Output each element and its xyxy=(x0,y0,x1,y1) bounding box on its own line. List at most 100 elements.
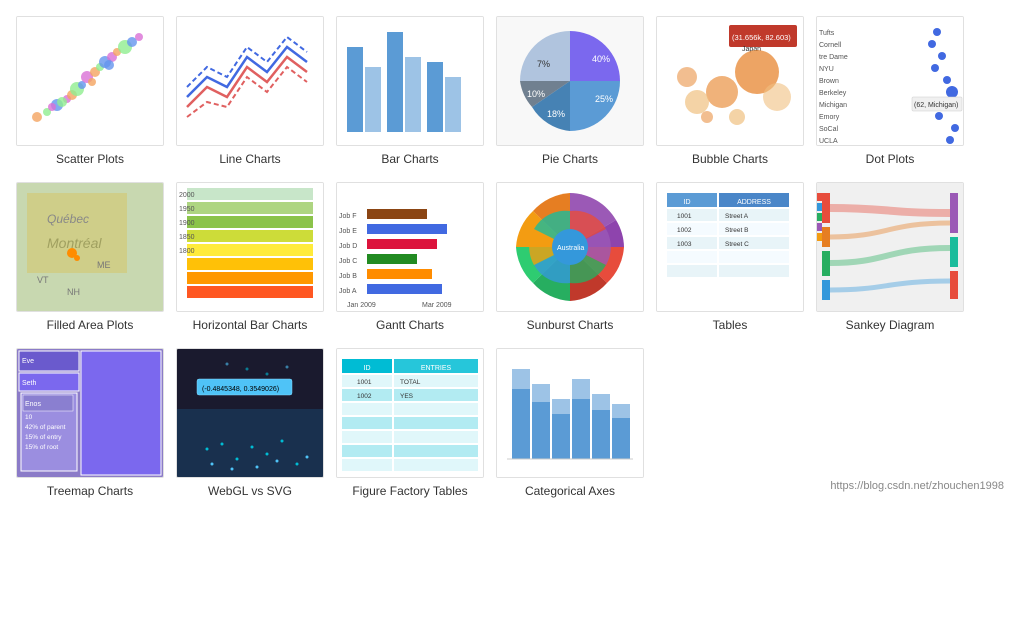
chart-item-bar[interactable]: Bar Charts xyxy=(336,16,484,166)
chart-item-sankey[interactable]: Sankey Diagram xyxy=(816,182,964,332)
svg-text:UCLA: UCLA xyxy=(819,138,838,145)
chart-thumb-sunburst[interactable]: Australia xyxy=(496,182,644,312)
chart-label-categorical: Categorical Axes xyxy=(525,484,615,498)
svg-text:Seth: Seth xyxy=(22,380,37,387)
chart-label-ff-tables: Figure Factory Tables xyxy=(352,484,467,498)
chart-thumb-categorical[interactable] xyxy=(496,348,644,478)
svg-text:Cornell: Cornell xyxy=(819,42,842,49)
svg-text:ID: ID xyxy=(364,365,371,372)
svg-text:Job A: Job A xyxy=(339,288,357,295)
svg-text:1001: 1001 xyxy=(357,379,372,386)
chart-label-dot: Dot Plots xyxy=(866,152,915,166)
svg-text:1002: 1002 xyxy=(357,393,372,400)
svg-text:Jan 2009: Jan 2009 xyxy=(347,302,376,309)
svg-text:(31.656k, 82.603): (31.656k, 82.603) xyxy=(732,33,791,42)
svg-text:VT: VT xyxy=(37,275,49,285)
chart-label-hbar: Horizontal Bar Charts xyxy=(193,318,308,332)
svg-text:Job F: Job F xyxy=(339,213,357,220)
svg-text:25%: 25% xyxy=(595,94,613,104)
chart-thumb-gantt[interactable]: Job F Job E Job D Job C Job B Job A Jan … xyxy=(336,182,484,312)
svg-text:15% of entry: 15% of entry xyxy=(25,434,62,441)
svg-text:18%: 18% xyxy=(547,109,565,119)
svg-text:10: 10 xyxy=(25,414,33,421)
chart-thumb-ff-tables[interactable]: ID ENTRIES xyxy=(336,348,484,478)
chart-label-scatter: Scatter Plots xyxy=(56,152,124,166)
chart-item-treemap[interactable]: Eve Seth Enos 10 42% of parent 15% of en… xyxy=(16,348,164,498)
svg-text:Job C: Job C xyxy=(339,258,357,265)
chart-label-webgl: WebGL vs SVG xyxy=(208,484,292,498)
chart-item-categorical[interactable]: Categorical Axes xyxy=(496,348,644,498)
svg-text:tre Dame: tre Dame xyxy=(819,54,848,61)
svg-text:Emory: Emory xyxy=(819,114,840,121)
svg-text:Tufts: Tufts xyxy=(819,30,835,37)
chart-label-bubble: Bubble Charts xyxy=(692,152,768,166)
chart-item-ff-tables[interactable]: ID ENTRIES xyxy=(336,348,484,498)
chart-label-line: Line Charts xyxy=(219,152,280,166)
chart-thumb-filled-area[interactable]: Québec Montréal ME VT NH xyxy=(16,182,164,312)
chart-thumb-bar[interactable] xyxy=(336,16,484,146)
svg-text:1850: 1850 xyxy=(179,234,195,241)
svg-text:Brown: Brown xyxy=(819,78,839,85)
svg-text:Michigan: Michigan xyxy=(819,102,847,109)
svg-text:1003: 1003 xyxy=(677,241,692,248)
chart-thumb-line[interactable] xyxy=(176,16,324,146)
chart-item-dot[interactable]: Tufts Cornell tre Dame NYU Brown Berkele… xyxy=(816,16,964,166)
svg-text:(62, Michigan): (62, Michigan) xyxy=(914,102,958,109)
chart-thumb-sankey[interactable] xyxy=(816,182,964,312)
chart-item-tables[interactable]: ID ADDRESS 1001 Street A 100 xyxy=(656,182,804,332)
chart-label-pie: Pie Charts xyxy=(542,152,598,166)
chart-item-filled-area[interactable]: Québec Montréal ME VT NH Filled Area Plo… xyxy=(16,182,164,332)
footer-link: https://blog.csdn.net/zhouchen1998 xyxy=(830,476,1004,492)
svg-text:SoCal: SoCal xyxy=(819,126,839,133)
chart-thumb-hbar[interactable]: 2000 1950 1900 1850 1800 xyxy=(176,182,324,312)
chart-label-bar: Bar Charts xyxy=(381,152,438,166)
svg-text:ID: ID xyxy=(684,199,691,206)
chart-thumb-tables[interactable]: ID ADDRESS 1001 Street A 100 xyxy=(656,182,804,312)
chart-thumb-pie[interactable]: 40% 25% 18% 10% 7% xyxy=(496,16,644,146)
chart-item-gantt[interactable]: Job F Job E Job D Job C Job B Job A Jan … xyxy=(336,182,484,332)
chart-label-filled-area: Filled Area Plots xyxy=(47,318,134,332)
svg-text:Job E: Job E xyxy=(339,228,357,235)
svg-text:Job D: Job D xyxy=(339,243,357,250)
svg-text:Mar 2009: Mar 2009 xyxy=(422,302,452,309)
svg-text:Montréal: Montréal xyxy=(47,235,102,251)
svg-text:1002: 1002 xyxy=(677,227,692,234)
chart-thumb-bubble[interactable]: (31.656k, 82.603) Japan xyxy=(656,16,804,146)
svg-text:NYU: NYU xyxy=(819,66,834,73)
chart-thumb-treemap[interactable]: Eve Seth Enos 10 42% of parent 15% of en… xyxy=(16,348,164,478)
chart-label-sunburst: Sunburst Charts xyxy=(527,318,614,332)
chart-label-treemap: Treemap Charts xyxy=(47,484,133,498)
svg-text:40%: 40% xyxy=(592,54,610,64)
svg-text:10%: 10% xyxy=(527,89,545,99)
svg-text:Street C: Street C xyxy=(725,241,749,248)
chart-item-pie[interactable]: 40% 25% 18% 10% 7% Pie Charts xyxy=(496,16,644,166)
chart-item-hbar[interactable]: 2000 1950 1900 1850 1800 Horizontal Bar … xyxy=(176,182,324,332)
svg-text:2000: 2000 xyxy=(179,192,195,199)
svg-text:1800: 1800 xyxy=(179,248,195,255)
chart-label-sankey: Sankey Diagram xyxy=(846,318,935,332)
chart-item-bubble[interactable]: (31.656k, 82.603) Japan Bubble Charts xyxy=(656,16,804,166)
svg-text:1950: 1950 xyxy=(179,206,195,213)
chart-item-line[interactable]: Line Charts xyxy=(176,16,324,166)
svg-text:7%: 7% xyxy=(537,59,550,69)
svg-text:Australia: Australia xyxy=(557,245,584,252)
svg-text:42% of parent: 42% of parent xyxy=(25,424,66,431)
svg-text:1900: 1900 xyxy=(179,220,195,227)
chart-item-scatter[interactable]: Scatter Plots xyxy=(16,16,164,166)
svg-text:Job B: Job B xyxy=(339,273,357,280)
chart-thumb-scatter[interactable] xyxy=(16,16,164,146)
svg-text:1001: 1001 xyxy=(677,213,692,220)
svg-text:NH: NH xyxy=(67,287,80,297)
chart-thumb-dot[interactable]: Tufts Cornell tre Dame NYU Brown Berkele… xyxy=(816,16,964,146)
svg-text:ME: ME xyxy=(97,260,111,270)
chart-label-gantt: Gantt Charts xyxy=(376,318,444,332)
svg-text:Enos: Enos xyxy=(25,401,41,408)
svg-text:15% of root: 15% of root xyxy=(25,444,58,451)
svg-text:Street B: Street B xyxy=(725,227,748,234)
chart-thumb-webgl[interactable]: (-0.4845348, 0.3549026) xyxy=(176,348,324,478)
chart-item-sunburst[interactable]: Australia Sunburst Charts xyxy=(496,182,644,332)
chart-label-tables: Tables xyxy=(713,318,748,332)
svg-text:Berkeley: Berkeley xyxy=(819,90,847,97)
chart-item-webgl[interactable]: (-0.4845348, 0.3549026) xyxy=(176,348,324,498)
svg-text:Eve: Eve xyxy=(22,358,34,365)
